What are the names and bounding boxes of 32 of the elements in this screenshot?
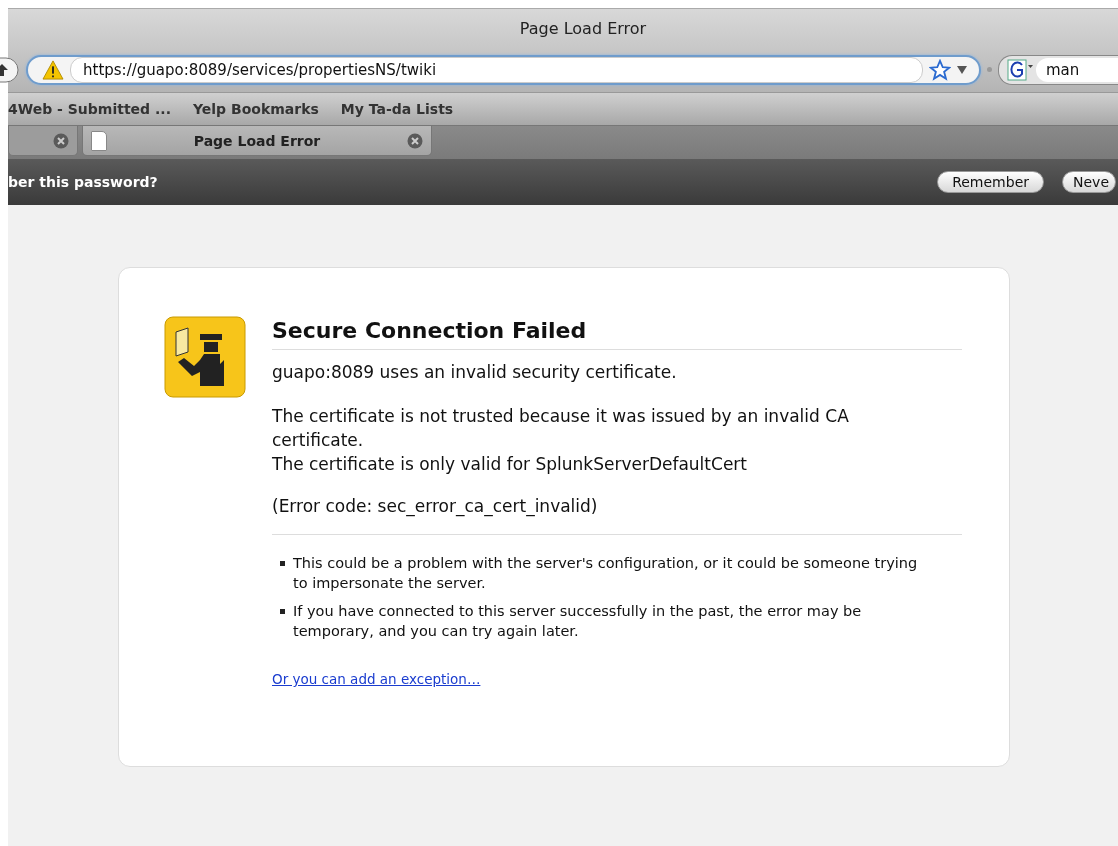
- dropdown-arrow-icon[interactable]: [957, 65, 967, 74]
- browser-tab[interactable]: [8, 126, 78, 156]
- error-code: (Error code: sec_error_ca_cert_invalid): [272, 496, 962, 535]
- bullet-text: If you have connected to this server successfully in the past, the error may be temporary, and you can try again later.: [293, 602, 863, 641]
- bullet-text: This could be a problem with the server's configuration, or it could be someone trying to impersonate the server.: [293, 554, 919, 593]
- search-engine-icon[interactable]: [1007, 58, 1033, 81]
- page-icon: [91, 130, 107, 151]
- browser-tab[interactable]: Page Load Error: [82, 126, 432, 156]
- search-text: man: [1046, 60, 1080, 79]
- close-icon[interactable]: [53, 132, 69, 149]
- bookmark-item[interactable]: My Ta-da Lists: [340, 101, 454, 117]
- window-title: Page Load Error: [519, 18, 647, 38]
- bullet-icon: [280, 561, 285, 566]
- back-button[interactable]: [0, 56, 20, 83]
- error-detail: The certificate is not trusted because it was issued by an invalid CA certificate.: [272, 405, 850, 452]
- warning-icon: [42, 59, 64, 80]
- exception-link[interactable]: Or you can add an exception…: [272, 671, 481, 687]
- close-icon[interactable]: [407, 132, 423, 149]
- star-icon[interactable]: [929, 58, 951, 81]
- address-bar[interactable]: https://guapo:8089/services/propertiesNS/twiki: [26, 54, 981, 85]
- password-button[interactable]: Neve: [1062, 171, 1116, 193]
- password-prompt: ber this password?: [8, 174, 158, 190]
- bookmark-item[interactable]: 4Web - Submitted ...: [8, 101, 171, 117]
- password-button[interactable]: Remember: [937, 171, 1044, 193]
- bookmark-item[interactable]: Yelp Bookmarks: [192, 101, 319, 117]
- error-message: guapo:8089 uses an invalid security certificate.: [272, 362, 678, 382]
- error-title: Secure Connection Failed: [272, 316, 962, 350]
- error-detail: The certificate is only valid for SplunkServerDefaultCert: [272, 453, 748, 476]
- search-field[interactable]: man: [998, 54, 1118, 85]
- url-text: https://guapo:8089/services/propertiesNS/twiki: [83, 60, 437, 79]
- police-officer-icon: [164, 316, 246, 398]
- bullet-icon: [280, 609, 285, 614]
